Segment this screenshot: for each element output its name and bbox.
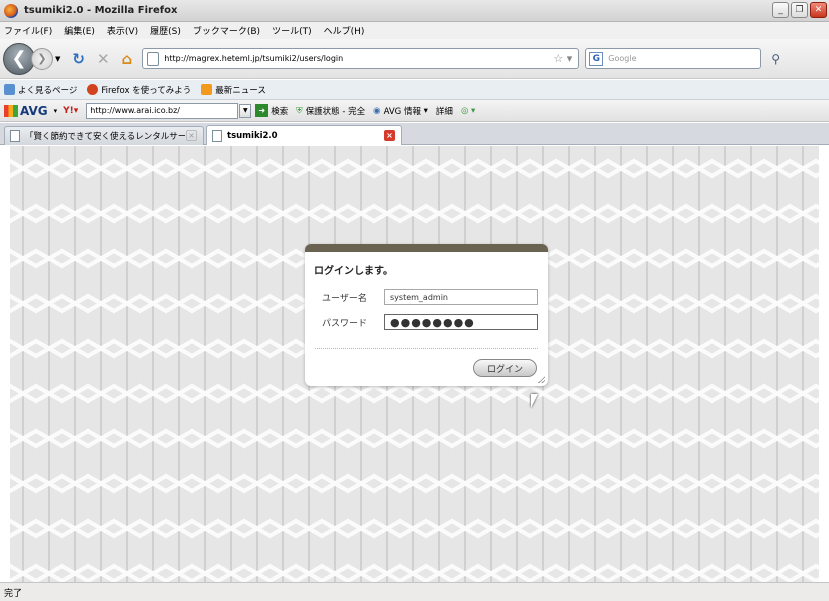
- login-dialog: ログインします。 ユーザー名 system_admin パスワード ●●●●●●…: [305, 244, 548, 386]
- url-text: http://magrex.heteml.jp/tsumiki2/users/l…: [164, 54, 344, 63]
- menu-view[interactable]: 表示(V): [107, 24, 138, 37]
- avg-search-input[interactable]: http://www.arai.ico.bz/: [86, 102, 239, 119]
- avg-search-label: 検索: [271, 106, 289, 117]
- restore-button[interactable]: ❐: [791, 2, 808, 18]
- menu-history[interactable]: 履歴(S): [150, 24, 181, 37]
- avg-extra-icon[interactable]: ◎ ▾: [461, 106, 475, 116]
- home-icon[interactable]: ⌂: [122, 50, 133, 68]
- dialog-divider: [315, 348, 538, 349]
- avg-logo[interactable]: AVG: [4, 104, 48, 118]
- close-window-button[interactable]: ✕: [810, 2, 827, 18]
- forward-button[interactable]: ❯: [31, 47, 53, 70]
- window-titlebar: tsumiki2.0 - Mozilla Firefox _ ❐ ✕: [0, 0, 829, 22]
- shield-icon: ⛨: [296, 105, 303, 116]
- avg-info-label: AVG 情報: [383, 106, 421, 117]
- avg-protection-status[interactable]: ⛨ 保護状態 - 完全: [296, 105, 365, 117]
- password-label: パスワード: [322, 318, 368, 329]
- avg-go-icon[interactable]: ➜: [255, 104, 269, 117]
- login-title: ログインします。: [314, 266, 393, 277]
- bookmark-star-icon[interactable]: ☆ ▾: [553, 52, 572, 65]
- page-icon: [212, 129, 222, 142]
- login-button[interactable]: ログイン: [473, 359, 537, 377]
- bookmark-getting-started[interactable]: Firefox を使ってみよう: [87, 84, 191, 96]
- password-input[interactable]: ●●●●●●●●: [384, 314, 538, 330]
- bookmark-label: Firefox を使ってみよう: [101, 85, 192, 96]
- yahoo-icon[interactable]: Y!▾: [63, 106, 78, 116]
- minimize-button[interactable]: _: [772, 2, 789, 18]
- dialog-header-bar: [305, 244, 548, 252]
- history-dropdown-icon[interactable]: ▼: [55, 55, 60, 63]
- username-value: system_admin: [390, 292, 448, 302]
- bookmark-label: よく見るページ: [18, 85, 78, 96]
- menu-help[interactable]: ヘルプ(H): [324, 24, 365, 37]
- username-label: ユーザー名: [322, 293, 367, 304]
- menu-edit[interactable]: 編集(E): [64, 24, 95, 37]
- search-placeholder: Google: [608, 54, 637, 63]
- password-mask: ●●●●●●●●: [390, 315, 475, 329]
- firefox-icon: [4, 3, 18, 18]
- search-magnifier-icon[interactable]: ⚲: [771, 52, 780, 66]
- status-text: 完了: [4, 588, 23, 599]
- avg-detail-label: 詳細: [435, 106, 453, 117]
- username-row: ユーザー名 system_admin: [322, 289, 538, 305]
- tab-label: tsumiki2.0: [227, 130, 278, 141]
- bookmarks-toolbar: よく見るページ Firefox を使ってみよう 最新ニュース: [0, 80, 829, 100]
- bookmark-latest-news[interactable]: 最新ニュース: [201, 84, 266, 96]
- menu-bookmarks[interactable]: ブックマーク(B): [193, 24, 260, 37]
- navigation-toolbar: ❮ ❯ ▼ ↻ ✕ ⌂ http://magrex.heteml.jp/tsum…: [0, 39, 829, 79]
- avg-toolbar: AVG ▾ Y!▾ http://www.arai.ico.bz/ ▼ ➜ 検索…: [0, 100, 829, 122]
- avg-url-dropdown[interactable]: ▼: [239, 103, 252, 118]
- bookmark-page-icon: [4, 84, 15, 95]
- info-icon: ◉: [373, 105, 381, 116]
- page-icon: [10, 129, 20, 142]
- avg-url-text: http://www.arai.ico.bz/: [90, 106, 180, 115]
- menu-tools[interactable]: ツール(T): [272, 24, 312, 37]
- tab-rental-server[interactable]: 「賢く節約できて安く使えるレンタルサーバ... ×: [4, 125, 204, 145]
- resize-grip-icon[interactable]: [538, 376, 545, 383]
- bookmark-label: 最新ニュース: [215, 85, 266, 96]
- google-icon[interactable]: G: [589, 51, 604, 66]
- avg-menu-dropdown-icon[interactable]: ▾: [54, 107, 58, 115]
- page-icon: [147, 51, 160, 66]
- menu-file[interactable]: ファイル(F): [4, 24, 52, 37]
- avg-protection-label: 保護状態 - 完全: [305, 106, 366, 117]
- url-bar[interactable]: http://magrex.heteml.jp/tsumiki2/users/l…: [142, 48, 580, 69]
- rss-icon: [201, 84, 213, 95]
- mouse-cursor-icon: [531, 394, 538, 408]
- menu-bar: ファイル(F) 編集(E) 表示(V) 履歴(S) ブックマーク(B) ツール(…: [0, 22, 829, 39]
- tab-label: 「賢く節約できて安く使えるレンタルサーバ...: [25, 131, 185, 142]
- avg-info-menu[interactable]: ◉ AVG 情報 ▾: [373, 105, 428, 117]
- tab-tsumiki[interactable]: tsumiki2.0 ×: [206, 125, 402, 145]
- search-box[interactable]: G Google: [585, 48, 762, 69]
- stop-icon[interactable]: ✕: [97, 50, 110, 68]
- bookmark-most-visited[interactable]: よく見るページ: [4, 84, 77, 96]
- avg-search-button[interactable]: 検索: [271, 105, 288, 117]
- reload-icon[interactable]: ↻: [72, 50, 85, 68]
- avg-icon: [4, 104, 18, 117]
- tab-bar: 「賢く節約できて安く使えるレンタルサーバ... × tsumiki2.0 ×: [0, 123, 829, 145]
- avg-logo-text: AVG: [20, 103, 48, 118]
- close-tab-icon[interactable]: ×: [186, 130, 197, 141]
- password-row: パスワード ●●●●●●●●: [322, 314, 538, 330]
- status-bar: 完了: [0, 582, 829, 601]
- window-title: tsumiki2.0 - Mozilla Firefox: [24, 5, 178, 16]
- firefox-icon: [87, 84, 99, 95]
- close-tab-icon[interactable]: ×: [384, 130, 395, 141]
- avg-detail-menu[interactable]: 詳細: [436, 105, 453, 117]
- username-input[interactable]: system_admin: [384, 289, 538, 305]
